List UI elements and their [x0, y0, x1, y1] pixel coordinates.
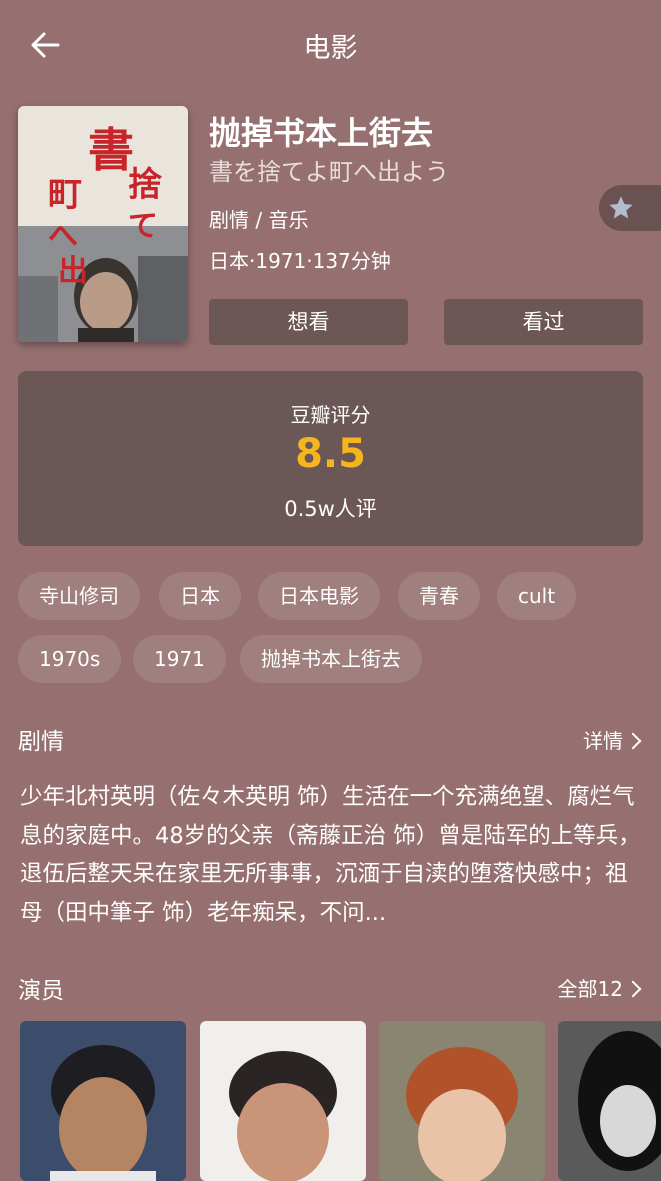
movie-genres: 剧情 / 音乐 [209, 208, 309, 232]
tag-chip[interactable]: 日本电影 [258, 572, 380, 620]
movie-original-title: 書を捨てよ町へ出よう [209, 158, 449, 186]
plot-details-label: 详情 [583, 729, 623, 753]
plot-details-link[interactable]: 详情 [583, 725, 642, 754]
star-icon [609, 196, 633, 219]
tag-chip[interactable]: 抛掉书本上街去 [240, 635, 422, 683]
movie-info: 日本·1971·137分钟 [209, 249, 391, 273]
watched-button[interactable]: 看过 [444, 299, 643, 345]
rating-panel: 豆瓣评分 8.5 0.5w人评 [18, 371, 643, 546]
rating-score: 8.5 [295, 431, 366, 477]
cast-photo[interactable] [200, 1021, 366, 1181]
page-title: 电影 [303, 33, 358, 64]
cast-all-link[interactable]: 全部12 [557, 973, 642, 1002]
cast-photo[interactable] [558, 1021, 661, 1181]
svg-text:へ: へ [48, 219, 78, 254]
svg-text:て: て [128, 209, 158, 244]
plot-heading: 剧情 [18, 729, 64, 755]
cast-photo[interactable] [20, 1021, 186, 1181]
chevron-right-icon [624, 732, 642, 750]
want-to-watch-button[interactable]: 想看 [209, 299, 408, 345]
tag-chip[interactable]: cult [497, 572, 577, 620]
cast-all-label: 全部12 [557, 977, 623, 1001]
movie-title: 抛掉书本上街去 [209, 114, 434, 152]
chevron-right-icon [624, 980, 642, 998]
svg-text:出: 出 [58, 254, 88, 289]
tag-chip[interactable]: 寺山修司 [18, 572, 140, 620]
cast-heading: 演员 [18, 978, 64, 1004]
favorite-button[interactable] [599, 185, 661, 231]
tag-chip[interactable]: 日本 [159, 572, 241, 620]
top-bar: 电影 [0, 0, 661, 90]
movie-poster[interactable]: 書 捨 て 町 へ 出 [18, 106, 188, 342]
rating-count: 0.5w人评 [284, 497, 377, 521]
cast-photo[interactable] [379, 1021, 545, 1181]
tag-chip[interactable]: 青春 [398, 572, 480, 620]
svg-text:捨: 捨 [128, 165, 162, 205]
rating-label: 豆瓣评分 [290, 403, 371, 427]
tag-chip[interactable]: 1970s [18, 635, 122, 683]
plot-summary[interactable]: 少年北村英明（佐々木英明 饰）生活在一个充满绝望、腐烂气息的家庭中。48岁的父亲… [20, 778, 644, 932]
tag-chip[interactable]: 1971 [133, 635, 226, 683]
svg-text:町: 町 [48, 175, 82, 215]
